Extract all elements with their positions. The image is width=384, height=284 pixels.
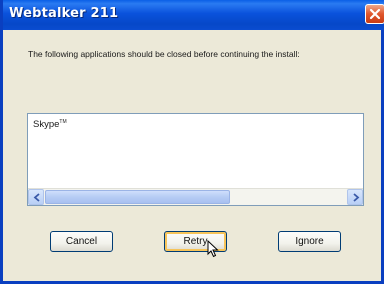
horizontal-scrollbar[interactable] (28, 188, 363, 205)
title-bar[interactable]: Webtalker 211 (3, 0, 384, 30)
window-title: Webtalker 211 (9, 6, 119, 21)
installer-dialog: Webtalker 211 The following applications… (0, 0, 384, 284)
close-button[interactable] (365, 4, 384, 24)
instruction-text: The following applications should be clo… (28, 49, 300, 59)
list-item-label: Skype (33, 119, 60, 130)
arrow-right-icon (353, 193, 360, 202)
scroll-right-button[interactable] (347, 189, 363, 205)
ignore-button[interactable]: Ignore (278, 231, 341, 252)
mouse-pointer-icon (207, 240, 219, 258)
trademark-mark: TM (59, 119, 67, 125)
application-list[interactable]: SkypeTM (27, 113, 364, 206)
close-icon (369, 8, 381, 20)
list-item[interactable]: SkypeTM (33, 119, 67, 130)
arrow-left-icon (33, 193, 40, 202)
scrollbar-thumb[interactable] (45, 190, 230, 204)
cancel-button[interactable]: Cancel (50, 231, 113, 252)
scroll-left-button[interactable] (28, 189, 44, 205)
